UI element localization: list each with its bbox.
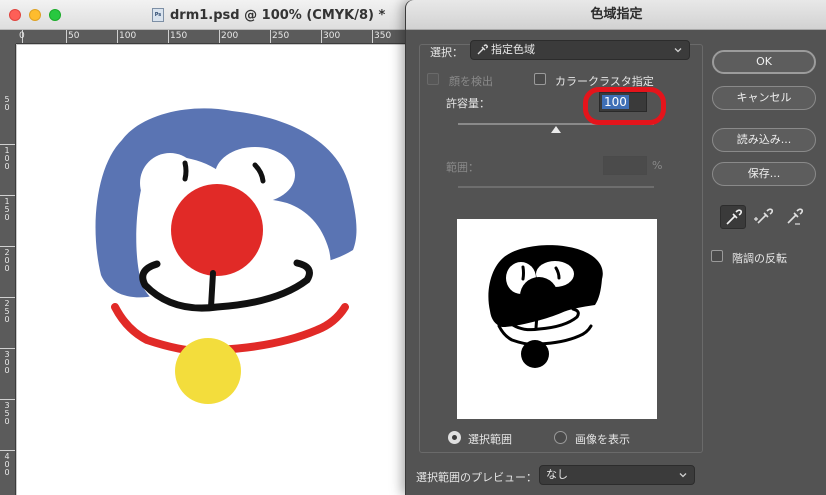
ruler-label: 250 (272, 31, 290, 41)
screen: Ps drm1.psd @ 100% (CMYK/8) * 0 50 100 1… (0, 0, 826, 495)
ruler-origin[interactable] (0, 30, 16, 44)
radio-image[interactable] (554, 431, 567, 444)
radio-selection-label: 選択範囲 (468, 433, 512, 446)
window-minimize-button[interactable] (29, 9, 41, 21)
ruler-tick (0, 348, 15, 349)
range-slider-track[interactable] (458, 186, 654, 188)
ruler-tick (372, 30, 373, 43)
range-input[interactable] (603, 156, 647, 175)
invert-checkbox[interactable] (711, 250, 723, 262)
select-dropdown[interactable]: 指定色域 (470, 40, 690, 60)
ruler-tick (0, 195, 15, 196)
annotation-circle (583, 87, 666, 125)
select-value: 指定色域 (491, 43, 535, 56)
ruler-tick (219, 30, 220, 43)
window-zoom-button[interactable] (49, 9, 61, 21)
ruler-label: 100 (119, 31, 137, 41)
ruler-label: 0 (19, 31, 25, 41)
preview-mode-dropdown[interactable]: なし (539, 465, 695, 485)
load-button[interactable]: 読み込み... (712, 128, 816, 152)
ruler-label: 1 0 0 (4, 146, 10, 171)
ruler-tick (168, 30, 169, 43)
invert-label: 階調の反転 (732, 252, 787, 265)
range-unit: % (652, 159, 663, 172)
fuzziness-slider-thumb[interactable] (551, 126, 561, 133)
range-label: 範囲： (446, 161, 479, 174)
ruler-tick (117, 30, 118, 43)
chevron-down-icon (679, 473, 687, 478)
document-title: Ps drm1.psd @ 100% (CMYK/8) * (152, 6, 385, 24)
eyedropper-minus-icon (787, 208, 804, 225)
document-title-text: drm1.psd @ 100% (CMYK/8) * (170, 7, 386, 23)
eyedropper-icon (477, 44, 488, 55)
window-close-button[interactable] (9, 9, 21, 21)
eyedropper-tool-button[interactable] (720, 205, 746, 229)
ruler-tick (66, 30, 67, 43)
eyedropper-subtract-tool-button[interactable] (782, 205, 808, 229)
radio-image-label: 画像を表示 (575, 433, 630, 446)
ruler-horizontal[interactable]: 0 50 100 150 200 250 300 350 (16, 30, 408, 44)
chevron-down-icon (674, 48, 682, 53)
ruler-label: 300 (323, 31, 341, 41)
eyedropper-plus-icon (754, 208, 774, 224)
ruler-label: 3 0 0 (4, 350, 10, 375)
ruler-tick (0, 144, 15, 145)
ruler-label: 3 5 0 (4, 401, 10, 426)
psd-file-icon: Ps (152, 8, 164, 22)
eyedropper-icon (726, 209, 743, 225)
ruler-tick (270, 30, 271, 43)
ruler-tick (0, 246, 15, 247)
cancel-button[interactable]: キャンセル (712, 86, 816, 110)
doraemon-drawing (95, 108, 357, 404)
ruler-label: 2 0 0 (4, 248, 10, 273)
preview-mode-value: なし (546, 468, 568, 481)
ruler-label: 350 (374, 31, 392, 41)
ruler-tick (0, 297, 15, 298)
color-cluster-checkbox[interactable] (534, 73, 546, 85)
selection-preview[interactable] (457, 219, 657, 419)
ok-button[interactable]: OK (712, 50, 816, 74)
ruler-label: 2 5 0 (4, 299, 10, 324)
ruler-label: 4 0 0 (4, 452, 10, 477)
save-button[interactable]: 保存... (712, 162, 816, 186)
detect-faces-label: 顔を検出 (449, 75, 493, 88)
detect-faces-checkbox[interactable] (427, 73, 439, 85)
ruler-tick (0, 450, 15, 451)
radio-selection[interactable] (448, 431, 461, 444)
eyedropper-add-tool-button[interactable] (752, 205, 778, 229)
ruler-label: 5 0 (4, 95, 10, 112)
document-canvas[interactable] (17, 45, 409, 495)
ruler-tick (321, 30, 322, 43)
dialog-title: 色域指定 (406, 0, 826, 30)
selection-mask-thumbnail (488, 245, 603, 368)
ruler-label: 50 (68, 31, 80, 41)
color-range-dialog: 色域指定 選択： 指定色域 顔を検出 カラークラスタ指定 許容量： 100 範囲… (405, 0, 826, 495)
preview-mode-label: 選択範囲のプレビュー： (416, 471, 537, 484)
fuzziness-label: 許容量： (446, 97, 490, 110)
select-label: 選択： (430, 46, 463, 59)
ruler-vertical[interactable]: 5 0 1 0 0 1 5 0 2 0 0 2 5 0 3 0 0 3 5 0 … (0, 30, 16, 495)
ruler-tick (0, 399, 15, 400)
ruler-label: 200 (221, 31, 239, 41)
ruler-label: 1 5 0 (4, 197, 10, 222)
ruler-label: 150 (170, 31, 188, 41)
